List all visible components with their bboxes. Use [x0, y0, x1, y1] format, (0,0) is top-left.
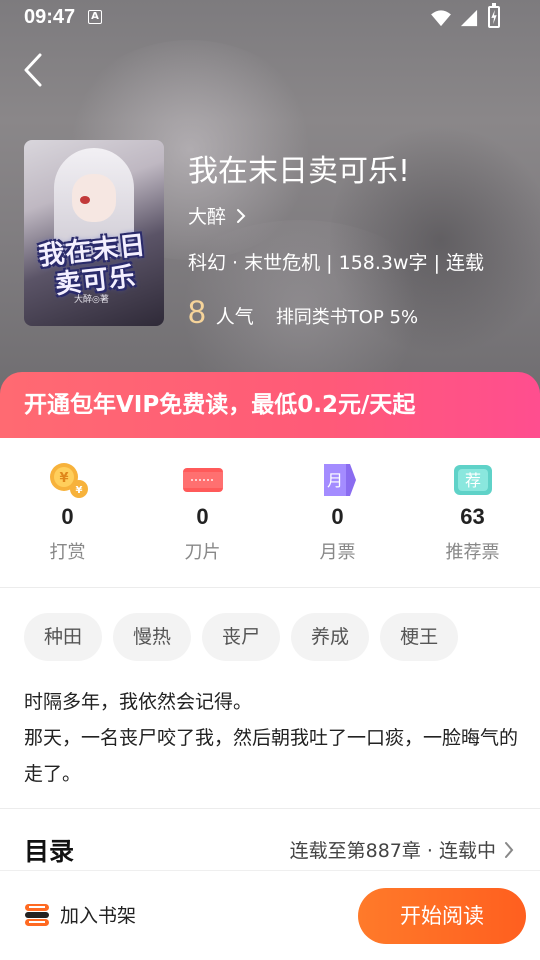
tag-chip[interactable]: 梗王 — [380, 613, 459, 661]
book-title: 我在末日卖可乐! — [188, 154, 411, 189]
stat-label: 打赏 — [49, 542, 86, 563]
notification-a-icon: A — [88, 10, 102, 24]
rank-text: 排同类书TOP 5% — [275, 307, 419, 328]
cover-art-eye — [80, 196, 90, 204]
popularity-value: 8 — [188, 294, 206, 330]
svg-text:¥: ¥ — [75, 485, 82, 496]
add-to-shelf-button[interactable]: 加入书架 — [24, 901, 136, 928]
book-cover[interactable]: 我在末日卖可乐 大醉◎著 — [24, 140, 164, 326]
stat-value: 63 — [460, 504, 485, 529]
stat-value: 0 — [196, 504, 209, 529]
author-name: 大醉 — [188, 206, 227, 228]
stat-label: 推荐票 — [445, 542, 500, 563]
description-line: 时隔多年，我依然会记得。 — [24, 691, 253, 713]
cover-art-face — [72, 174, 116, 222]
chevron-right-icon — [505, 841, 514, 858]
status-bar: 09:47 A — [0, 0, 540, 36]
monthly-ticket-icon: 月 — [323, 464, 356, 496]
tag-chip[interactable]: 慢热 — [113, 613, 192, 661]
coin-icon: ¥ ¥ — [49, 463, 88, 498]
toc-title: 目录 — [24, 837, 75, 866]
hero-header: 09:47 A 我在末日卖可乐 大醉◎著 我在末日卖可乐! 大醉 科幻 · 末世… — [0, 0, 540, 400]
tag-chip[interactable]: 种田 — [24, 613, 103, 661]
tag-chip[interactable]: 养成 — [291, 613, 370, 661]
stat-label: 月票 — [319, 542, 356, 563]
book-description[interactable]: 时隔多年，我依然会记得。 那天，一名丧尸咬了我，然后朝我吐了一口痰，一脸晦气的走… — [24, 684, 524, 792]
signal-icon — [460, 9, 478, 27]
popularity-row: 8 人气 排同类书TOP 5% — [188, 294, 418, 331]
author-link[interactable]: 大醉 — [188, 202, 246, 229]
section-divider — [0, 808, 540, 809]
toc-link[interactable]: 连载至第887章 · 连载中 — [290, 836, 514, 863]
status-icons — [430, 8, 478, 28]
start-reading-button[interactable]: 开始阅读 — [358, 888, 526, 944]
popularity-label: 人气 — [215, 306, 254, 328]
wifi-icon — [431, 10, 451, 27]
svg-text:荐: 荐 — [464, 471, 480, 490]
battery-icon — [488, 3, 500, 28]
stat-label: 刀片 — [184, 542, 221, 563]
svg-text:月: 月 — [326, 471, 342, 490]
chevron-right-icon — [237, 208, 246, 223]
tag-chip[interactable]: 丧尸 — [202, 613, 281, 661]
stats-row: ¥ ¥ 0 打赏 0 刀片 月 0 月票 荐 63 推荐票 — [0, 438, 540, 588]
cover-author-text: 大醉◎著 — [74, 295, 109, 305]
toc-status-text: 连载至第887章 · 连载中 — [289, 840, 496, 862]
vip-banner[interactable]: 开通包年VIP免费读，最低0.2元/天起 — [0, 372, 540, 438]
status-time: 09:47 — [24, 6, 76, 28]
bottom-action-bar: 加入书架 开始阅读 — [0, 870, 540, 960]
svg-text:¥: ¥ — [59, 471, 68, 486]
stat-monthly-ticket[interactable]: 月 0 月票 — [270, 438, 405, 587]
stat-tip[interactable]: ¥ ¥ 0 打赏 — [0, 438, 135, 587]
recommend-ticket-icon: 荐 — [453, 465, 492, 495]
stat-recommend-ticket[interactable]: 荐 63 推荐票 — [405, 438, 540, 587]
book-meta: 科幻 · 末世危机 | 158.3w字 | 连载 — [188, 252, 485, 274]
tag-list: 种田 慢热 丧尸 养成 梗王 — [24, 613, 459, 661]
stat-blade[interactable]: 0 刀片 — [135, 438, 270, 587]
vip-banner-text: 开通包年VIP免费读，最低0.2元/天起 — [24, 392, 416, 418]
back-arrow-icon[interactable] — [20, 52, 50, 88]
add-to-shelf-label: 加入书架 — [60, 905, 137, 927]
description-line: 那天，一名丧尸咬了我，然后朝我吐了一口痰，一脸晦气的走了。 — [24, 727, 519, 785]
bookshelf-icon — [25, 903, 49, 926]
stat-value: 0 — [331, 504, 344, 529]
stat-value: 0 — [61, 504, 74, 529]
blade-icon — [182, 468, 223, 492]
